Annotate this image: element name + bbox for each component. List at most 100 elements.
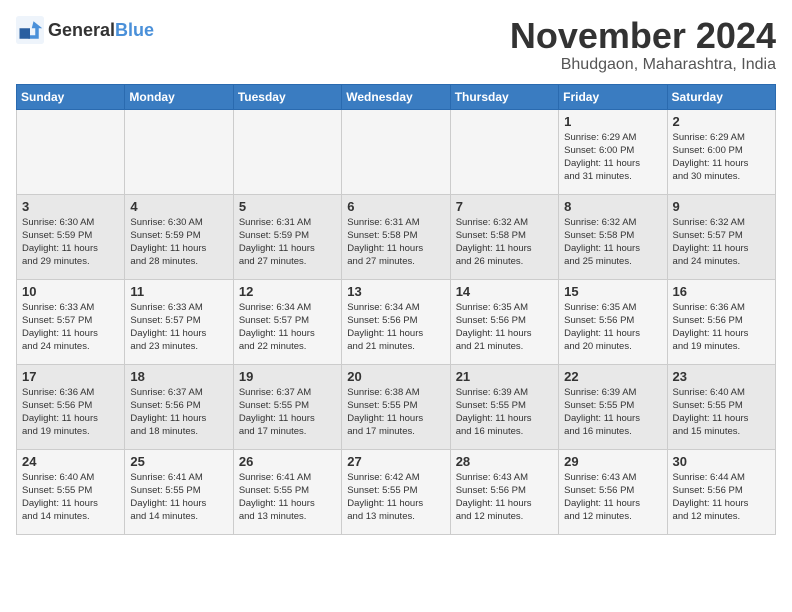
day-number: 29 (564, 454, 661, 469)
calendar-cell (17, 109, 125, 194)
day-info: Sunrise: 6:40 AM Sunset: 5:55 PM Dayligh… (673, 386, 770, 439)
day-info: Sunrise: 6:41 AM Sunset: 5:55 PM Dayligh… (130, 471, 227, 524)
day-number: 1 (564, 114, 661, 129)
month-year-title: November 2024 (510, 16, 776, 56)
day-number: 6 (347, 199, 444, 214)
calendar-cell: 20 Sunrise: 6:38 AM Sunset: 5:55 PM Dayli… (342, 364, 450, 449)
header-day-monday: Monday (125, 84, 233, 109)
calendar-week-5: 24 Sunrise: 6:40 AM Sunset: 5:55 PM Dayli… (17, 449, 776, 534)
day-info: Sunrise: 6:36 AM Sunset: 5:56 PM Dayligh… (22, 386, 119, 439)
day-info: Sunrise: 6:31 AM Sunset: 5:58 PM Dayligh… (347, 216, 444, 269)
day-number: 14 (456, 284, 553, 299)
day-info: Sunrise: 6:41 AM Sunset: 5:55 PM Dayligh… (239, 471, 336, 524)
day-number: 23 (673, 369, 770, 384)
day-info: Sunrise: 6:31 AM Sunset: 5:59 PM Dayligh… (239, 216, 336, 269)
day-info: Sunrise: 6:30 AM Sunset: 5:59 PM Dayligh… (22, 216, 119, 269)
day-number: 9 (673, 199, 770, 214)
calendar-cell: 16 Sunrise: 6:36 AM Sunset: 5:56 PM Dayli… (667, 279, 775, 364)
calendar-cell: 19 Sunrise: 6:37 AM Sunset: 5:55 PM Dayli… (233, 364, 341, 449)
calendar-cell: 24 Sunrise: 6:40 AM Sunset: 5:55 PM Dayli… (17, 449, 125, 534)
day-number: 16 (673, 284, 770, 299)
day-info: Sunrise: 6:39 AM Sunset: 5:55 PM Dayligh… (456, 386, 553, 439)
calendar-cell: 27 Sunrise: 6:42 AM Sunset: 5:55 PM Dayli… (342, 449, 450, 534)
day-number: 28 (456, 454, 553, 469)
day-info: Sunrise: 6:35 AM Sunset: 5:56 PM Dayligh… (456, 301, 553, 354)
calendar-cell (342, 109, 450, 194)
calendar-cell: 21 Sunrise: 6:39 AM Sunset: 5:55 PM Dayli… (450, 364, 558, 449)
day-info: Sunrise: 6:33 AM Sunset: 5:57 PM Dayligh… (22, 301, 119, 354)
calendar-header-row: SundayMondayTuesdayWednesdayThursdayFrid… (17, 84, 776, 109)
day-info: Sunrise: 6:36 AM Sunset: 5:56 PM Dayligh… (673, 301, 770, 354)
calendar-cell: 2 Sunrise: 6:29 AM Sunset: 6:00 PM Daylig… (667, 109, 775, 194)
day-number: 4 (130, 199, 227, 214)
calendar-cell: 12 Sunrise: 6:34 AM Sunset: 5:57 PM Dayli… (233, 279, 341, 364)
logo-icon (16, 16, 44, 44)
calendar-week-1: 1 Sunrise: 6:29 AM Sunset: 6:00 PM Daylig… (17, 109, 776, 194)
day-number: 11 (130, 284, 227, 299)
logo-blue: Blue (115, 21, 154, 39)
logo-text: General Blue (48, 21, 154, 39)
day-number: 8 (564, 199, 661, 214)
calendar-cell: 5 Sunrise: 6:31 AM Sunset: 5:59 PM Daylig… (233, 194, 341, 279)
calendar-cell: 25 Sunrise: 6:41 AM Sunset: 5:55 PM Dayli… (125, 449, 233, 534)
day-info: Sunrise: 6:29 AM Sunset: 6:00 PM Dayligh… (564, 131, 661, 184)
day-number: 25 (130, 454, 227, 469)
day-number: 26 (239, 454, 336, 469)
title-section: November 2024 Bhudgaon, Maharashtra, Ind… (510, 16, 776, 74)
calendar-cell: 17 Sunrise: 6:36 AM Sunset: 5:56 PM Dayli… (17, 364, 125, 449)
day-info: Sunrise: 6:29 AM Sunset: 6:00 PM Dayligh… (673, 131, 770, 184)
day-info: Sunrise: 6:37 AM Sunset: 5:56 PM Dayligh… (130, 386, 227, 439)
calendar-cell: 28Sunrise: 6:43 AM Sunset: 5:56 PM Dayli… (450, 449, 558, 534)
day-number: 24 (22, 454, 119, 469)
day-info: Sunrise: 6:32 AM Sunset: 5:57 PM Dayligh… (673, 216, 770, 269)
calendar-week-3: 10 Sunrise: 6:33 AM Sunset: 5:57 PM Dayli… (17, 279, 776, 364)
header-day-saturday: Saturday (667, 84, 775, 109)
calendar-cell (233, 109, 341, 194)
day-number: 21 (456, 369, 553, 384)
calendar-cell: 3 Sunrise: 6:30 AM Sunset: 5:59 PM Daylig… (17, 194, 125, 279)
day-number: 10 (22, 284, 119, 299)
calendar-cell: 9 Sunrise: 6:32 AM Sunset: 5:57 PM Daylig… (667, 194, 775, 279)
calendar-cell: 4 Sunrise: 6:30 AM Sunset: 5:59 PM Daylig… (125, 194, 233, 279)
day-info: Sunrise: 6:43 AM Sunset: 5:56 PM Dayligh… (564, 471, 661, 524)
calendar-cell: 7Sunrise: 6:32 AM Sunset: 5:58 PM Daylig… (450, 194, 558, 279)
day-number: 2 (673, 114, 770, 129)
header-day-friday: Friday (559, 84, 667, 109)
day-info: Sunrise: 6:37 AM Sunset: 5:55 PM Dayligh… (239, 386, 336, 439)
calendar-cell: 8Sunrise: 6:32 AM Sunset: 5:58 PM Daylig… (559, 194, 667, 279)
day-number: 13 (347, 284, 444, 299)
day-number: 5 (239, 199, 336, 214)
day-number: 20 (347, 369, 444, 384)
day-info: Sunrise: 6:30 AM Sunset: 5:59 PM Dayligh… (130, 216, 227, 269)
day-info: Sunrise: 6:44 AM Sunset: 5:56 PM Dayligh… (673, 471, 770, 524)
day-number: 22 (564, 369, 661, 384)
calendar-week-2: 3 Sunrise: 6:30 AM Sunset: 5:59 PM Daylig… (17, 194, 776, 279)
header-day-tuesday: Tuesday (233, 84, 341, 109)
day-info: Sunrise: 6:34 AM Sunset: 5:57 PM Dayligh… (239, 301, 336, 354)
day-number: 17 (22, 369, 119, 384)
day-number: 12 (239, 284, 336, 299)
day-info: Sunrise: 6:38 AM Sunset: 5:55 PM Dayligh… (347, 386, 444, 439)
day-info: Sunrise: 6:33 AM Sunset: 5:57 PM Dayligh… (130, 301, 227, 354)
header-day-thursday: Thursday (450, 84, 558, 109)
logo: General Blue (16, 16, 154, 44)
day-number: 19 (239, 369, 336, 384)
location-subtitle: Bhudgaon, Maharashtra, India (510, 56, 776, 74)
calendar-week-4: 17 Sunrise: 6:36 AM Sunset: 5:56 PM Dayli… (17, 364, 776, 449)
day-number: 7 (456, 199, 553, 214)
calendar-cell (450, 109, 558, 194)
day-info: Sunrise: 6:42 AM Sunset: 5:55 PM Dayligh… (347, 471, 444, 524)
calendar-cell: 13Sunrise: 6:34 AM Sunset: 5:56 PM Dayli… (342, 279, 450, 364)
calendar-cell: 29 Sunrise: 6:43 AM Sunset: 5:56 PM Dayli… (559, 449, 667, 534)
logo-general: General (48, 21, 115, 39)
calendar-cell: 30Sunrise: 6:44 AM Sunset: 5:56 PM Dayli… (667, 449, 775, 534)
header-day-wednesday: Wednesday (342, 84, 450, 109)
calendar-cell: 11 Sunrise: 6:33 AM Sunset: 5:57 PM Dayli… (125, 279, 233, 364)
day-number: 3 (22, 199, 119, 214)
day-number: 27 (347, 454, 444, 469)
day-info: Sunrise: 6:40 AM Sunset: 5:55 PM Dayligh… (22, 471, 119, 524)
calendar-cell: 22Sunrise: 6:39 AM Sunset: 5:55 PM Dayli… (559, 364, 667, 449)
calendar-cell: 26 Sunrise: 6:41 AM Sunset: 5:55 PM Dayli… (233, 449, 341, 534)
calendar-table: SundayMondayTuesdayWednesdayThursdayFrid… (16, 84, 776, 535)
calendar-cell: 6 Sunrise: 6:31 AM Sunset: 5:58 PM Daylig… (342, 194, 450, 279)
